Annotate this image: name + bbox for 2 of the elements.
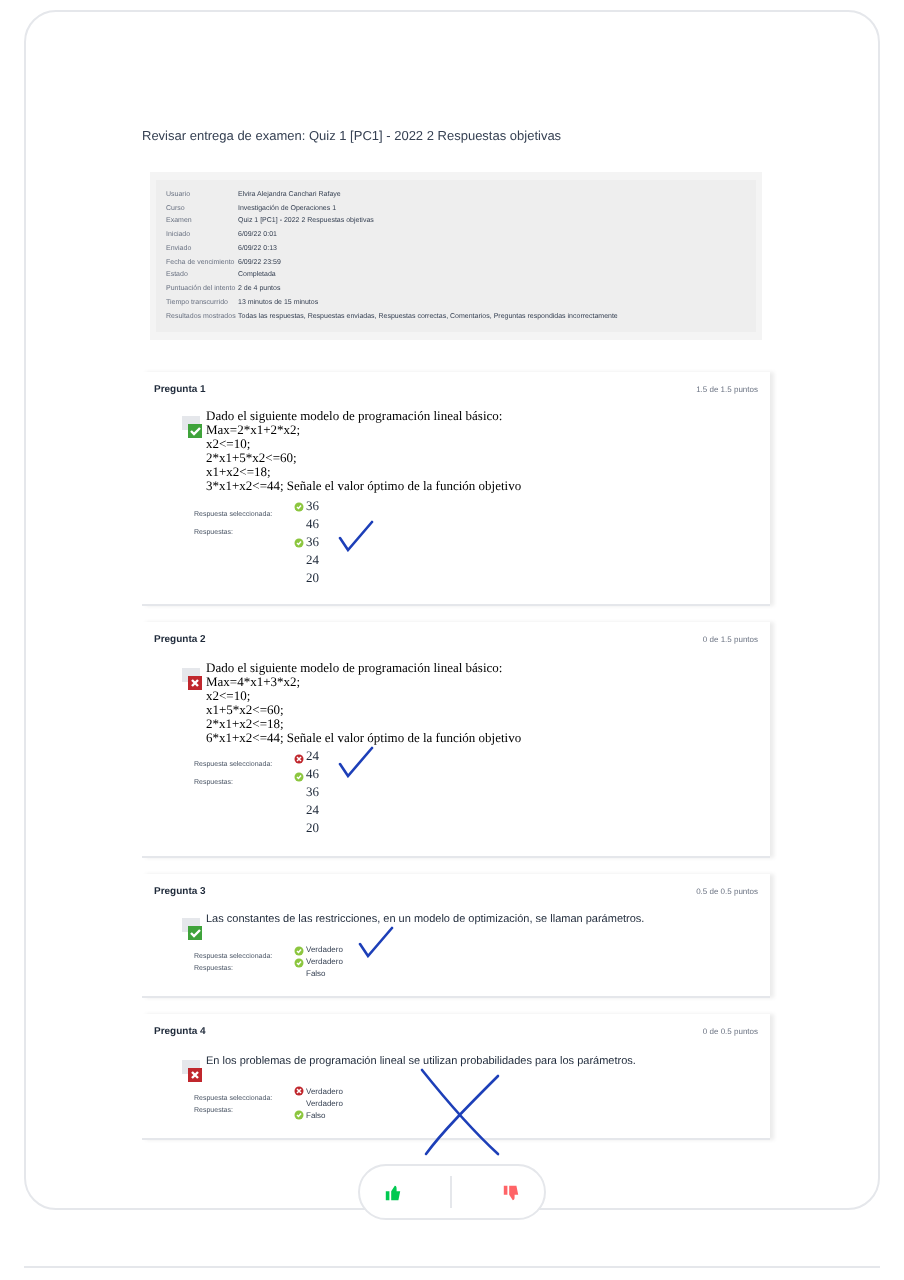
thumbs-up-button[interactable] [384,1183,403,1201]
thumbs-down-button[interactable] [501,1183,520,1201]
